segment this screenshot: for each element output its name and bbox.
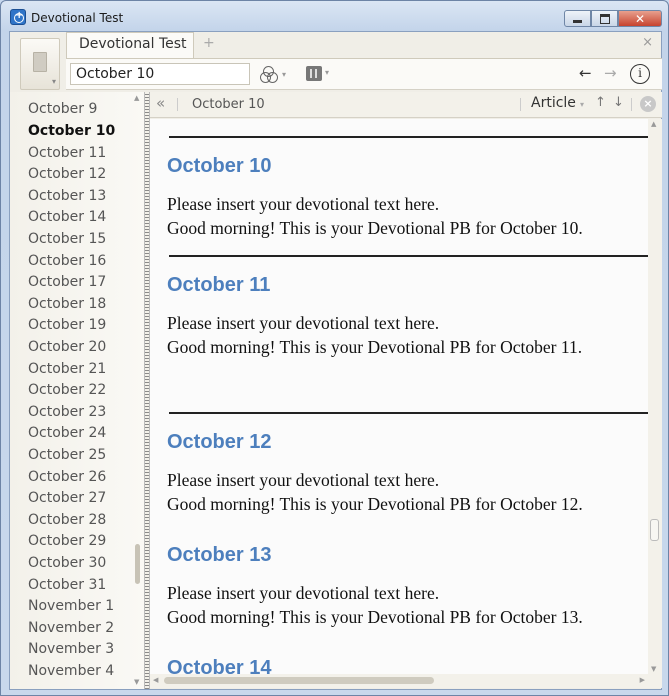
entry-text: Please insert your devotional text here. — [167, 583, 440, 603]
entry-text: Good morning! This is your Devotional PB… — [167, 607, 583, 627]
sidebar-item[interactable]: October 21 — [28, 361, 106, 377]
entry-heading: October 12 — [167, 431, 272, 453]
sidebar-item[interactable]: October 30 — [28, 555, 106, 571]
entry-text: Good morning! This is your Devotional PB… — [167, 337, 583, 357]
chevron-down-icon: ▾ — [51, 77, 56, 86]
tab-devotional-test[interactable]: Devotional Test — [66, 32, 194, 59]
forward-arrow-icon[interactable]: → — [604, 64, 617, 82]
sidebar-item[interactable]: October 25 — [28, 447, 106, 463]
entry-text: Please insert your devotional text here. — [167, 470, 440, 490]
library-button[interactable]: ▾ — [20, 38, 60, 90]
maximize-button[interactable] — [591, 10, 618, 27]
sidebar-item[interactable]: November 2 — [28, 620, 114, 636]
scroll-thumb[interactable] — [135, 544, 140, 584]
scroll-right-icon[interactable]: ▶ — [640, 676, 645, 684]
sidebar-item[interactable]: October 24 — [28, 425, 106, 441]
scroll-up-icon[interactable]: ▲ — [651, 120, 656, 128]
sidebar-item[interactable]: October 19 — [28, 317, 106, 333]
horizontal-scrollbar[interactable]: ◀ ▶ — [150, 674, 648, 688]
document-scrollbar[interactable]: ▲ ▼ — [648, 119, 662, 674]
sidebar-item[interactable]: October 13 — [28, 188, 106, 204]
sidebar-item[interactable]: October 26 — [28, 469, 106, 485]
entry-heading: October 14 — [167, 657, 272, 674]
sidebar-list: October 9 October 10 October 11 October … — [10, 92, 144, 689]
section-rule — [169, 255, 648, 257]
app-window: Devotional Test ✕ ▾ Devotional Test + × … — [0, 0, 669, 696]
window-title: Devotional Test — [31, 11, 124, 25]
sidebar-item[interactable]: October 17 — [28, 274, 106, 290]
library-book-icon — [33, 52, 47, 72]
divider — [520, 98, 521, 111]
sidebar-item[interactable]: October 31 — [28, 577, 106, 593]
tab-label: Devotional Test — [79, 36, 187, 52]
add-tab-button[interactable]: + — [203, 35, 215, 51]
sidebar-item[interactable]: October 29 — [28, 533, 106, 549]
close-tab-button[interactable]: × — [642, 35, 653, 50]
chevron-down-icon[interactable]: ▾ — [325, 68, 329, 77]
entry-heading: October 11 — [167, 274, 271, 296]
toolbar: ▾ ▾ ← → i — [66, 58, 662, 90]
client-area: ▾ Devotional Test + × ▾ ▾ ← → i October … — [9, 31, 662, 690]
sidebar-item[interactable]: October 22 — [28, 382, 106, 398]
sidebar-item[interactable]: October 12 — [28, 166, 106, 182]
collapse-sidebar-button[interactable]: « — [156, 94, 165, 112]
minimize-button[interactable] — [564, 10, 591, 27]
scroll-thumb[interactable] — [650, 519, 659, 541]
resource-links-icon[interactable]: ▾ — [260, 66, 288, 85]
entry-heading: October 13 — [167, 544, 272, 566]
section-rule — [169, 136, 648, 138]
title-bar[interactable]: Devotional Test ✕ — [1, 1, 668, 27]
reference-input[interactable] — [70, 63, 250, 85]
scroll-thumb[interactable] — [164, 677, 434, 684]
chevron-down-icon: ▾ — [282, 70, 287, 79]
entry-heading: October 10 — [167, 155, 272, 177]
sidebar-item[interactable]: October 23 — [28, 404, 106, 420]
back-arrow-icon[interactable]: ← — [579, 64, 592, 82]
entry-text: Please insert your devotional text here. — [167, 313, 440, 333]
divider — [177, 98, 178, 111]
info-icon[interactable]: i — [630, 64, 650, 84]
sidebar-item[interactable]: October 14 — [28, 209, 106, 225]
scroll-down-icon[interactable]: ▼ — [134, 678, 139, 686]
previous-article-button[interactable]: ↑ — [595, 95, 606, 110]
scroll-left-icon[interactable]: ◀ — [153, 676, 158, 684]
sidebar-item[interactable]: October 15 — [28, 231, 106, 247]
scroll-up-icon[interactable]: ▲ — [134, 94, 139, 102]
sidebar-item[interactable]: October 18 — [28, 296, 106, 312]
sidebar-item[interactable]: October 20 — [28, 339, 106, 355]
entry-text: Please insert your devotional text here. — [167, 194, 440, 214]
scroll-down-icon[interactable]: ▼ — [651, 665, 656, 673]
sidebar-item[interactable]: October 27 — [28, 490, 106, 506]
divider — [631, 98, 632, 111]
current-reference: October 10 — [192, 97, 265, 112]
entry-text: Good morning! This is your Devotional PB… — [167, 218, 583, 238]
app-logo-icon — [10, 9, 26, 25]
sidebar-item[interactable]: October 9 — [28, 101, 97, 117]
section-rule — [169, 412, 648, 414]
sidebar-scrollbar[interactable]: ▲ ▼ — [134, 94, 142, 686]
sidebar-item[interactable]: November 4 — [28, 663, 114, 679]
resize-grip[interactable] — [648, 674, 662, 688]
sidebar-item-active[interactable]: October 10 — [28, 123, 115, 139]
document-view: October 10 Please insert your devotional… — [150, 119, 648, 674]
sidebar-item[interactable]: October 28 — [28, 512, 106, 528]
entry-text: Good morning! This is your Devotional PB… — [167, 494, 583, 514]
next-article-button[interactable]: ↓ — [613, 95, 624, 110]
article-dropdown[interactable]: Article — [531, 95, 576, 111]
sidebar-item[interactable]: November 1 — [28, 598, 114, 614]
chevron-down-icon[interactable]: ▾ — [580, 100, 584, 109]
sidebar-item[interactable]: October 11 — [28, 145, 106, 161]
content-header: « October 10 Article ▾ ↑ ↓ × — [150, 92, 662, 118]
close-window-button[interactable]: ✕ — [618, 10, 662, 27]
sidebar-item[interactable]: October 16 — [28, 253, 106, 269]
sidebar-item[interactable]: November 3 — [28, 641, 114, 657]
panels-icon[interactable] — [306, 66, 322, 81]
close-pane-button[interactable]: × — [640, 96, 656, 112]
